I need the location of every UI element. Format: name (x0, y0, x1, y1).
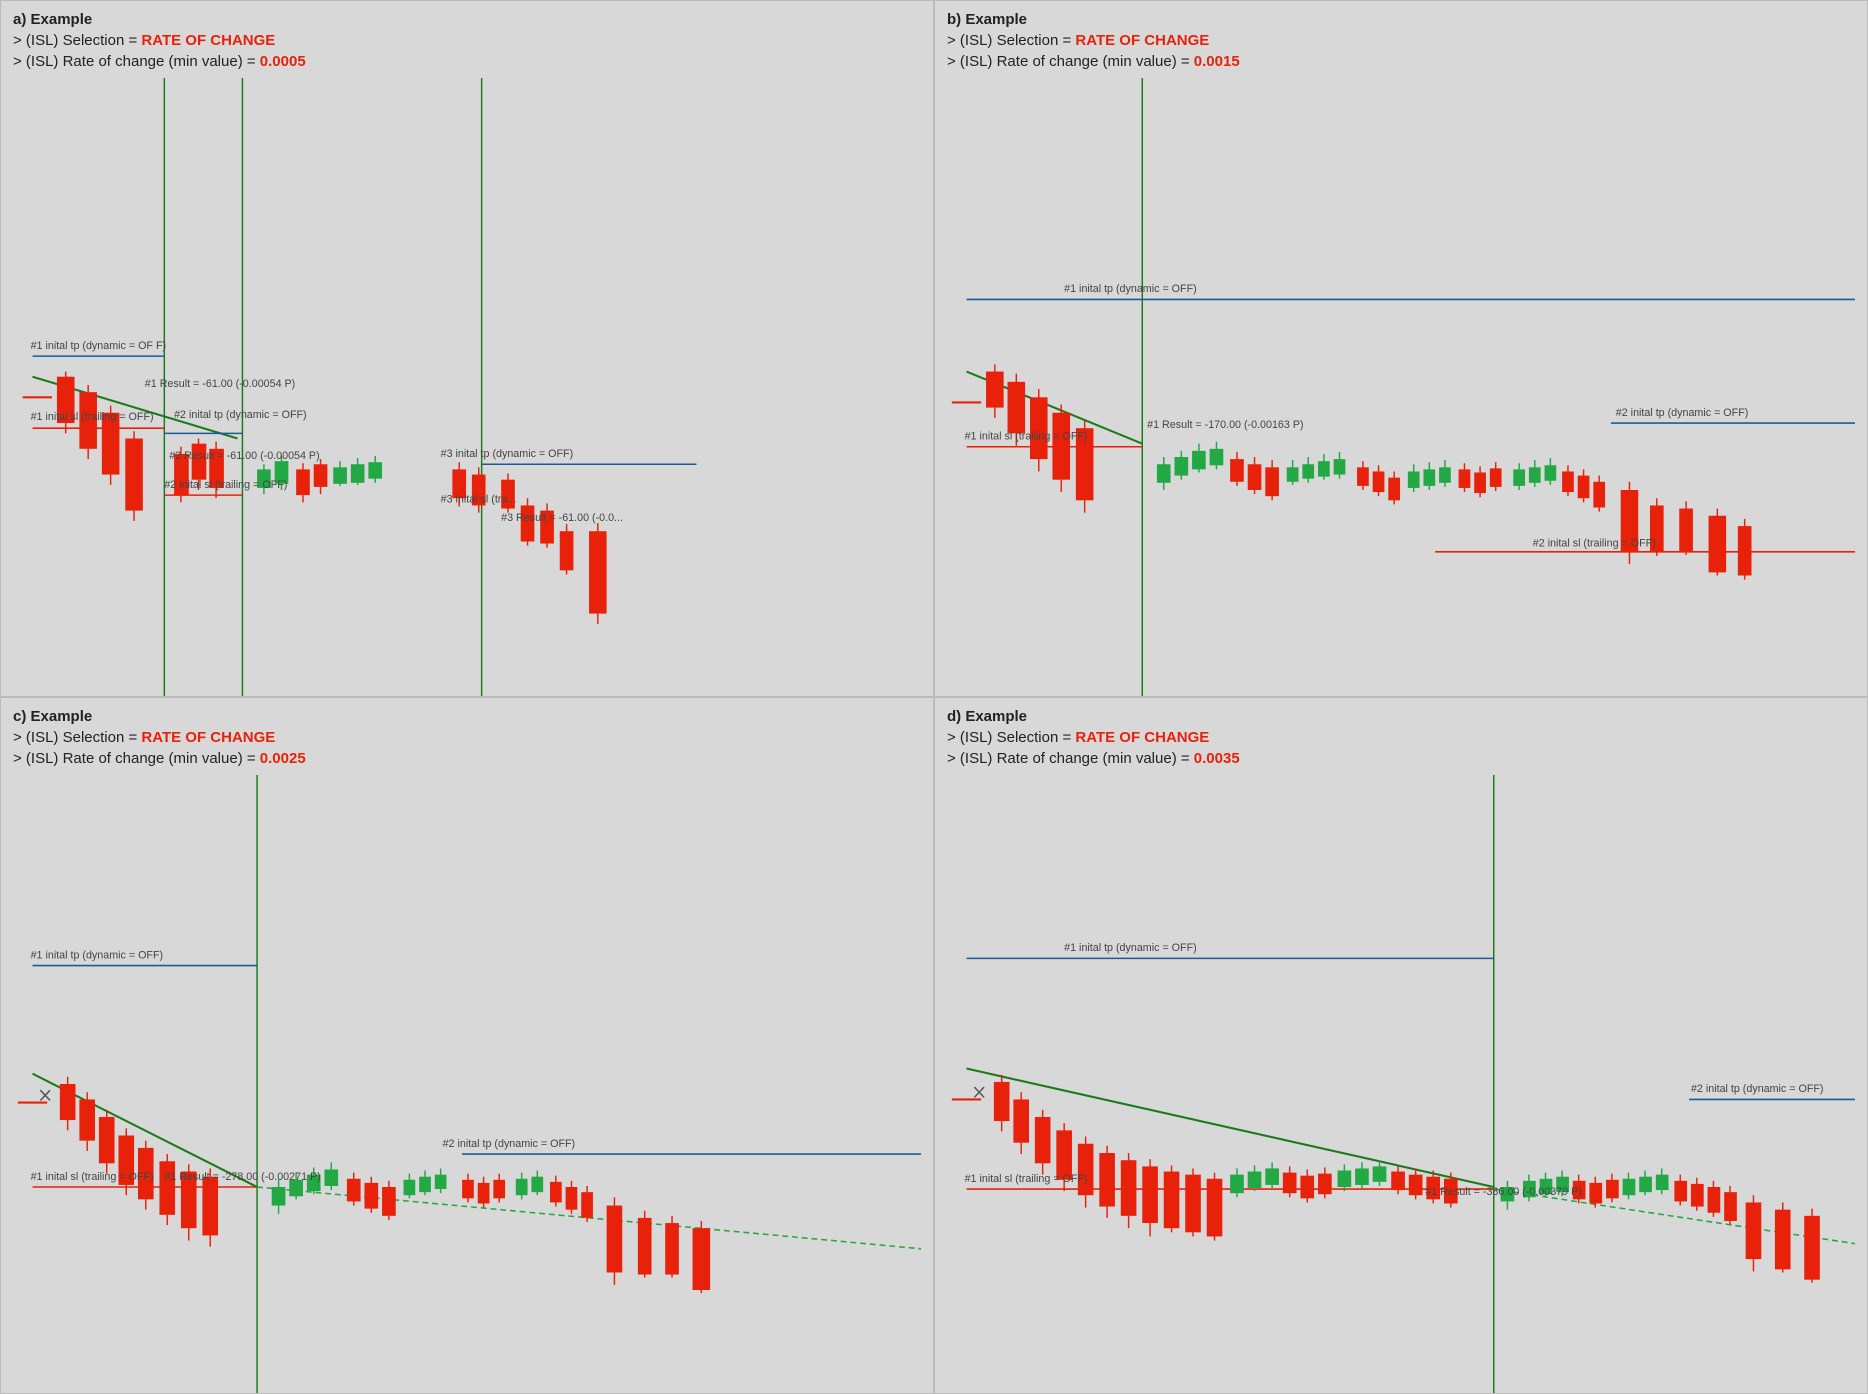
panel-c-value: 0.0025 (260, 750, 306, 767)
panel-a-header: a) Example > (ISL) Selection = RATE OF C… (13, 9, 921, 72)
svg-text:#1 inital tp (dynamic = OFF): #1 inital tp (dynamic = OFF) (31, 949, 164, 961)
panel-c-chart: #1 inital tp (dynamic = OFF) #1 inital s… (13, 775, 921, 1393)
panel-c-header: c) Example > (ISL) Selection = RATE OF C… (13, 706, 921, 769)
svg-text:#2 inital sl (trailing = OFF): #2 inital sl (trailing = OFF) (1533, 537, 1656, 549)
panel-d-value: 0.0035 (1194, 750, 1240, 767)
panel-a-value: 0.0005 (260, 53, 306, 70)
panel-d-label: d) Example (947, 708, 1027, 725)
svg-text:#2 Result = -61.00 (-0.00054 P: #2 Result = -61.00 (-0.00054 P) (169, 450, 319, 462)
panel-c-line2: > (ISL) Rate of change (min value) = (13, 750, 260, 767)
svg-text:#2 inital tp (dynamic = OFF): #2 inital tp (dynamic = OFF) (443, 1138, 576, 1150)
panel-d-selection: RATE OF CHANGE (1075, 729, 1209, 746)
svg-text:#2 inital tp (dynamic = OFF): #2 inital tp (dynamic = OFF) (1616, 407, 1749, 419)
svg-text:#1 Result = -278.00 (-0.00271: #1 Result = -278.00 (-0.00271 P) (164, 1171, 320, 1183)
panel-b-label: b) Example (947, 11, 1027, 28)
svg-text:#3 inital tp (dynamic = OFF): #3 inital tp (dynamic = OFF) (441, 448, 574, 460)
panel-c-line1: > (ISL) Selection = (13, 729, 141, 746)
svg-text:#1 Result = -61.00 (-0.00054 P: #1 Result = -61.00 (-0.00054 P) (145, 378, 295, 390)
panel-b: b) Example > (ISL) Selection = RATE OF C… (934, 0, 1868, 697)
svg-text:#1 Result = -386.00 (-0.00379: #1 Result = -386.00 (-0.00379 P) (1425, 1186, 1581, 1198)
svg-text:#2 inital sl (trailing = OFF): #2 inital sl (trailing = OFF) (164, 479, 287, 491)
panel-c: c) Example > (ISL) Selection = RATE OF C… (0, 697, 934, 1394)
svg-text:#3 Result = -61.00 (-0.0...: #3 Result = -61.00 (-0.0... (501, 512, 623, 524)
panel-a: a) Example > (ISL) Selection = RATE OF C… (0, 0, 934, 697)
main-grid: a) Example > (ISL) Selection = RATE OF C… (0, 0, 1868, 1394)
panel-a-line1: > (ISL) Selection = (13, 32, 141, 49)
panel-b-chart: #1 inital tp (dynamic = OFF) #1 inital s… (947, 78, 1855, 696)
panel-d-chart: #1 inital tp (dynamic = OFF) #1 inital s… (947, 775, 1855, 1393)
panel-d-svg: #1 inital tp (dynamic = OFF) #1 inital s… (947, 775, 1855, 1393)
panel-b-selection: RATE OF CHANGE (1075, 32, 1209, 49)
panel-a-selection: RATE OF CHANGE (141, 32, 275, 49)
panel-d: d) Example > (ISL) Selection = RATE OF C… (934, 697, 1868, 1394)
panel-a-chart: #1 inital tp (dynamic = OF F) #1 inital … (13, 78, 921, 696)
svg-text:#2 inital tp (dynamic = OFF): #2 inital tp (dynamic = OFF) (1691, 1083, 1824, 1095)
panel-a-svg: #1 inital tp (dynamic = OF F) #1 inital … (13, 78, 921, 696)
panel-c-svg: #1 inital tp (dynamic = OFF) #1 inital s… (13, 775, 921, 1393)
svg-text:#1 inital tp (dynamic = OF F): #1 inital tp (dynamic = OF F) (31, 340, 167, 352)
panel-d-line1: > (ISL) Selection = (947, 729, 1075, 746)
panel-d-header: d) Example > (ISL) Selection = RATE OF C… (947, 706, 1855, 769)
panel-b-line2: > (ISL) Rate of change (min value) = (947, 53, 1194, 70)
svg-text:#1 Result = -170.00 (-0.00163: #1 Result = -170.00 (-0.00163 P) (1147, 419, 1303, 431)
svg-text:#1 inital sl (trailing = OFF): #1 inital sl (trailing = OFF) (965, 1173, 1088, 1185)
panel-b-svg: #1 inital tp (dynamic = OFF) #1 inital s… (947, 78, 1855, 696)
svg-text:#1 inital tp (dynamic = OFF): #1 inital tp (dynamic = OFF) (1064, 283, 1197, 295)
panel-b-line1: > (ISL) Selection = (947, 32, 1075, 49)
panel-a-label: a) Example (13, 11, 92, 28)
panel-c-label: c) Example (13, 708, 92, 725)
svg-text:#1 inital tp (dynamic = OFF): #1 inital tp (dynamic = OFF) (1064, 942, 1197, 954)
svg-text:#1 inital sl (trailing = OFF): #1 inital sl (trailing = OFF) (965, 430, 1088, 442)
panel-d-line2: > (ISL) Rate of change (min value) = (947, 750, 1194, 767)
panel-b-header: b) Example > (ISL) Selection = RATE OF C… (947, 9, 1855, 72)
panel-b-value: 0.0015 (1194, 53, 1240, 70)
svg-text:#3 inital sl (tra...: #3 inital sl (tra... (441, 493, 517, 505)
svg-text:#1 inital sl (trailing = OFF): #1 inital sl (trailing = OFF) (31, 1171, 154, 1183)
svg-text:#1 inital sl (trailing = OFF): #1 inital sl (trailing = OFF) (31, 411, 154, 423)
panel-c-selection: RATE OF CHANGE (141, 729, 275, 746)
svg-text:#2 inital tp (dynamic = OFF): #2 inital tp (dynamic = OFF) (174, 409, 307, 421)
panel-a-line2: > (ISL) Rate of change (min value) = (13, 53, 260, 70)
